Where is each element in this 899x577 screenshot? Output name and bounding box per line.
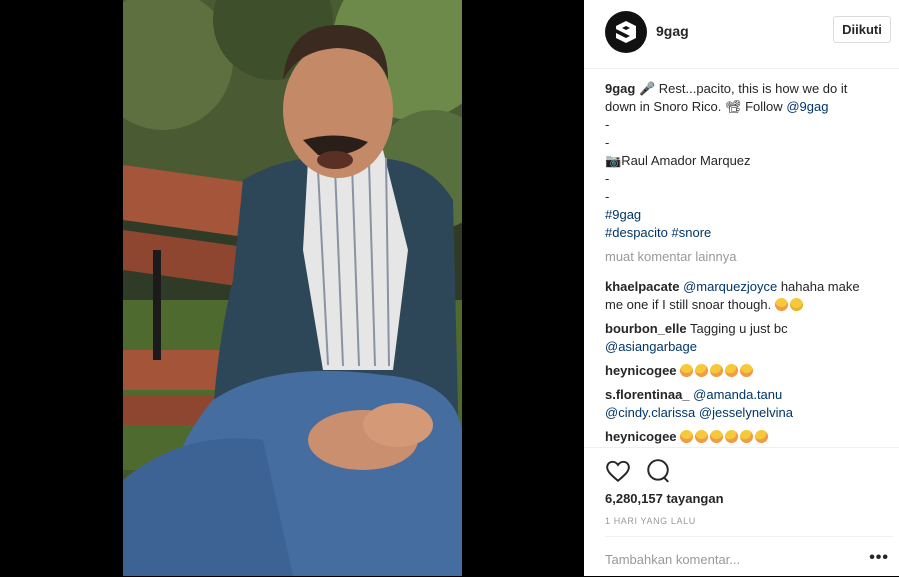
rofl-emoji-icon: [708, 361, 726, 380]
comment-item: s.florentinaa_ @amanda.tanu @cindy.clari…: [605, 386, 877, 422]
caption-text: -: [605, 189, 610, 204]
emoji-row: [680, 361, 755, 380]
following-button[interactable]: Diikuti: [833, 16, 891, 43]
9gag-logo-icon[interactable]: [605, 11, 647, 53]
comment-item: heynicogee: [605, 427, 877, 446]
rofl-emoji-icon: [723, 427, 741, 446]
hashtag-link[interactable]: #9gag: [605, 206, 877, 224]
mention-link[interactable]: @asiangarbage: [605, 338, 877, 356]
add-comment-bar: •••: [605, 536, 893, 577]
laughing-emoji-icon: [695, 430, 709, 443]
comment-username[interactable]: s.florentinaa_: [605, 387, 690, 402]
mention-link[interactable]: @marquezjoyce: [683, 279, 777, 294]
laughing-emoji-icon: [740, 364, 754, 377]
comment-item: bourbon_elle Tagging u just bc @asiangar…: [605, 320, 877, 356]
comment-username[interactable]: heynicogee: [605, 429, 677, 444]
microphone-icon: 🎤: [638, 81, 656, 96]
caption-text: down in Snoro Rico.: [605, 99, 722, 114]
post-media[interactable]: [0, 0, 584, 576]
caption-username[interactable]: 9gag: [605, 81, 635, 96]
mention-link[interactable]: @jesselynelvina: [699, 405, 793, 420]
comment-item: khaelpacate @marquezjoyce hahaha make me…: [605, 278, 877, 314]
post-timestamp[interactable]: 1 HARI YANG LALU: [605, 516, 696, 526]
comment-text: Tagging u just bc: [690, 321, 788, 336]
emoji-row: [680, 427, 771, 446]
comment-username[interactable]: khaelpacate: [605, 279, 679, 294]
speech-bubble-icon[interactable]: [645, 458, 671, 484]
mention-link[interactable]: @amanda.tanu: [693, 387, 782, 402]
video-still-image: [123, 0, 462, 576]
load-more-comments[interactable]: muat komentar lainnya: [605, 248, 877, 266]
laughing-emoji-icon: [680, 430, 694, 443]
hashtag-link[interactable]: #despacito: [605, 225, 668, 240]
rofl-emoji-icon: [723, 361, 741, 380]
laughing-emoji-icon: [680, 364, 694, 377]
caption-line: 9gag 🎤 Rest...pacito, this is how we do …: [605, 80, 877, 98]
post-sidebar: 9gag Diikuti 9gag 🎤 Rest...pacito, this …: [584, 0, 899, 576]
more-options-button[interactable]: •••: [869, 550, 889, 566]
comment-item: heynicogee: [605, 361, 877, 380]
caption-text: Raul Amador Marquez: [621, 153, 751, 168]
mention-link[interactable]: @9gag: [786, 99, 828, 114]
caption-text: -: [605, 135, 610, 150]
caption-text: -: [605, 171, 610, 186]
caption-line: down in Snoro Rico. 📽 Follow @9gag: [605, 98, 877, 116]
video-camera-icon: 📽: [724, 99, 742, 114]
comment-username[interactable]: bourbon_elle: [605, 321, 687, 336]
post-header: 9gag Diikuti: [584, 0, 899, 69]
hashtag-link[interactable]: #snore: [672, 225, 712, 240]
post-caption: 9gag 🎤 Rest...pacito, this is how we do …: [605, 80, 877, 242]
rofl-emoji-icon: [693, 361, 711, 380]
laughing-emoji-icon: [710, 430, 724, 443]
caption-text: -: [605, 117, 610, 132]
view-count: 6,280,157 tayangan: [605, 491, 724, 506]
caption-text: Rest...pacito, this is how we do it: [658, 81, 848, 96]
caption-line: 📷Raul Amador Marquez: [605, 152, 877, 170]
video-frame[interactable]: [123, 0, 462, 576]
rofl-emoji-icon: [738, 427, 756, 446]
laughing-emoji-icon: [774, 298, 788, 311]
camera-icon: 📷: [605, 153, 622, 168]
rofl-emoji-icon: [753, 427, 771, 446]
sweat-smile-emoji-icon: [789, 298, 803, 311]
heart-icon[interactable]: [605, 458, 631, 484]
comment-section: 9gag 🎤 Rest...pacito, this is how we do …: [605, 80, 877, 452]
comment-username[interactable]: heynicogee: [605, 363, 677, 378]
caption-text: Follow: [745, 99, 783, 114]
post-username[interactable]: 9gag: [656, 23, 689, 39]
actions-divider: [584, 447, 899, 448]
mention-link[interactable]: @cindy.clarissa: [605, 405, 695, 420]
comment-text: hahaha make: [780, 279, 860, 294]
add-comment-input[interactable]: [605, 552, 855, 567]
comment-text: me one if I still snoar though.: [605, 297, 772, 312]
